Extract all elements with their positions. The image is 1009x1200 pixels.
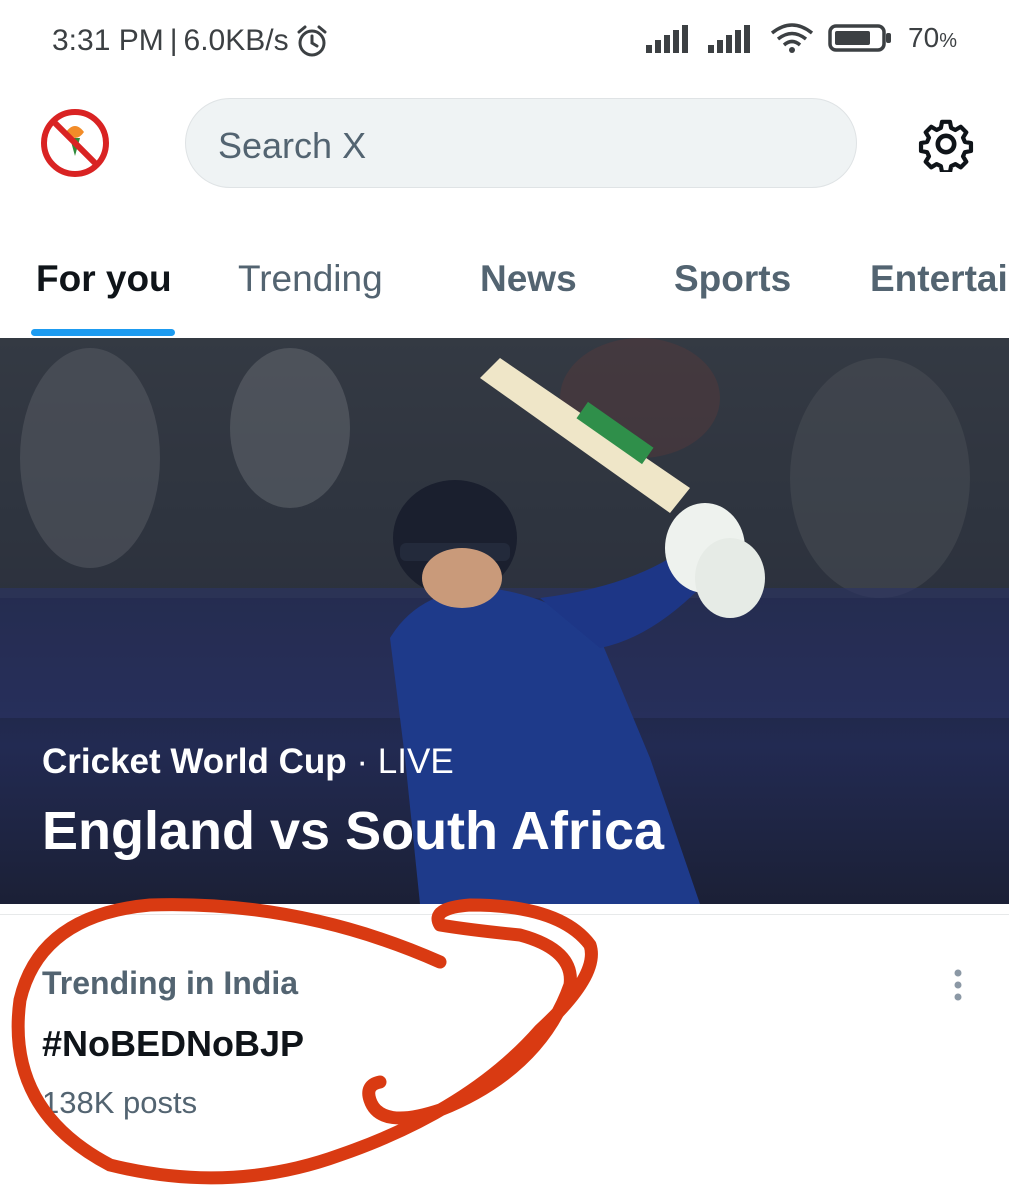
settings-button[interactable] [918, 116, 974, 175]
explore-screen: 3:31 PM | 6.0KB/s 70% Search X For you T… [0, 0, 1009, 1200]
tab-trending[interactable]: Trending [238, 258, 383, 300]
signal-icon [646, 25, 689, 53]
battery-level: 70% [908, 22, 957, 53]
tab-news[interactable]: News [480, 258, 577, 300]
status-left: 3:31 PM | 6.0KB/s [52, 24, 329, 58]
tab-sports[interactable]: Sports [674, 258, 791, 300]
signal-icon [708, 25, 751, 53]
gear-icon [918, 119, 974, 175]
more-vertical-icon [954, 969, 962, 1001]
hero-title: England vs South Africa [42, 801, 665, 861]
hero-meta: Cricket World Cup · LIVE [42, 742, 454, 782]
hero-dot: · [346, 742, 378, 781]
status-time: 3:31 PM [52, 24, 164, 57]
hero-category: Cricket World Cup [42, 742, 347, 781]
status-speed: 6.0KB/s [183, 24, 289, 57]
trend-post-count: 138K posts [42, 1085, 198, 1120]
battery-icon [828, 24, 892, 52]
tab-bar: For you Trending News Sports Entertai [0, 238, 1009, 338]
tab-entertainment[interactable]: Entertai [870, 258, 1008, 300]
tab-for-you[interactable]: For you [36, 258, 172, 300]
search-placeholder: Search X [218, 125, 367, 166]
more-options-button[interactable] [944, 967, 972, 1007]
trend-context: Trending in India [42, 965, 298, 1001]
battery-unit: % [939, 30, 957, 52]
alarm-icon [297, 25, 327, 57]
hero-status: LIVE [377, 742, 454, 781]
trend-item[interactable]: Trending in India #NoBEDNoBJP 138K posts [0, 915, 1009, 1200]
status-right: 70% [646, 22, 957, 54]
status-separator: | [169, 24, 178, 57]
trend-hashtag: #NoBEDNoBJP [42, 1023, 305, 1064]
avatar-logo [41, 109, 109, 177]
active-tab-indicator [31, 329, 175, 336]
search-input[interactable]: Search X [185, 98, 857, 188]
profile-avatar[interactable] [40, 108, 110, 178]
status-bar: 3:31 PM | 6.0KB/s 70% [0, 0, 1009, 90]
wifi-icon [770, 23, 814, 53]
